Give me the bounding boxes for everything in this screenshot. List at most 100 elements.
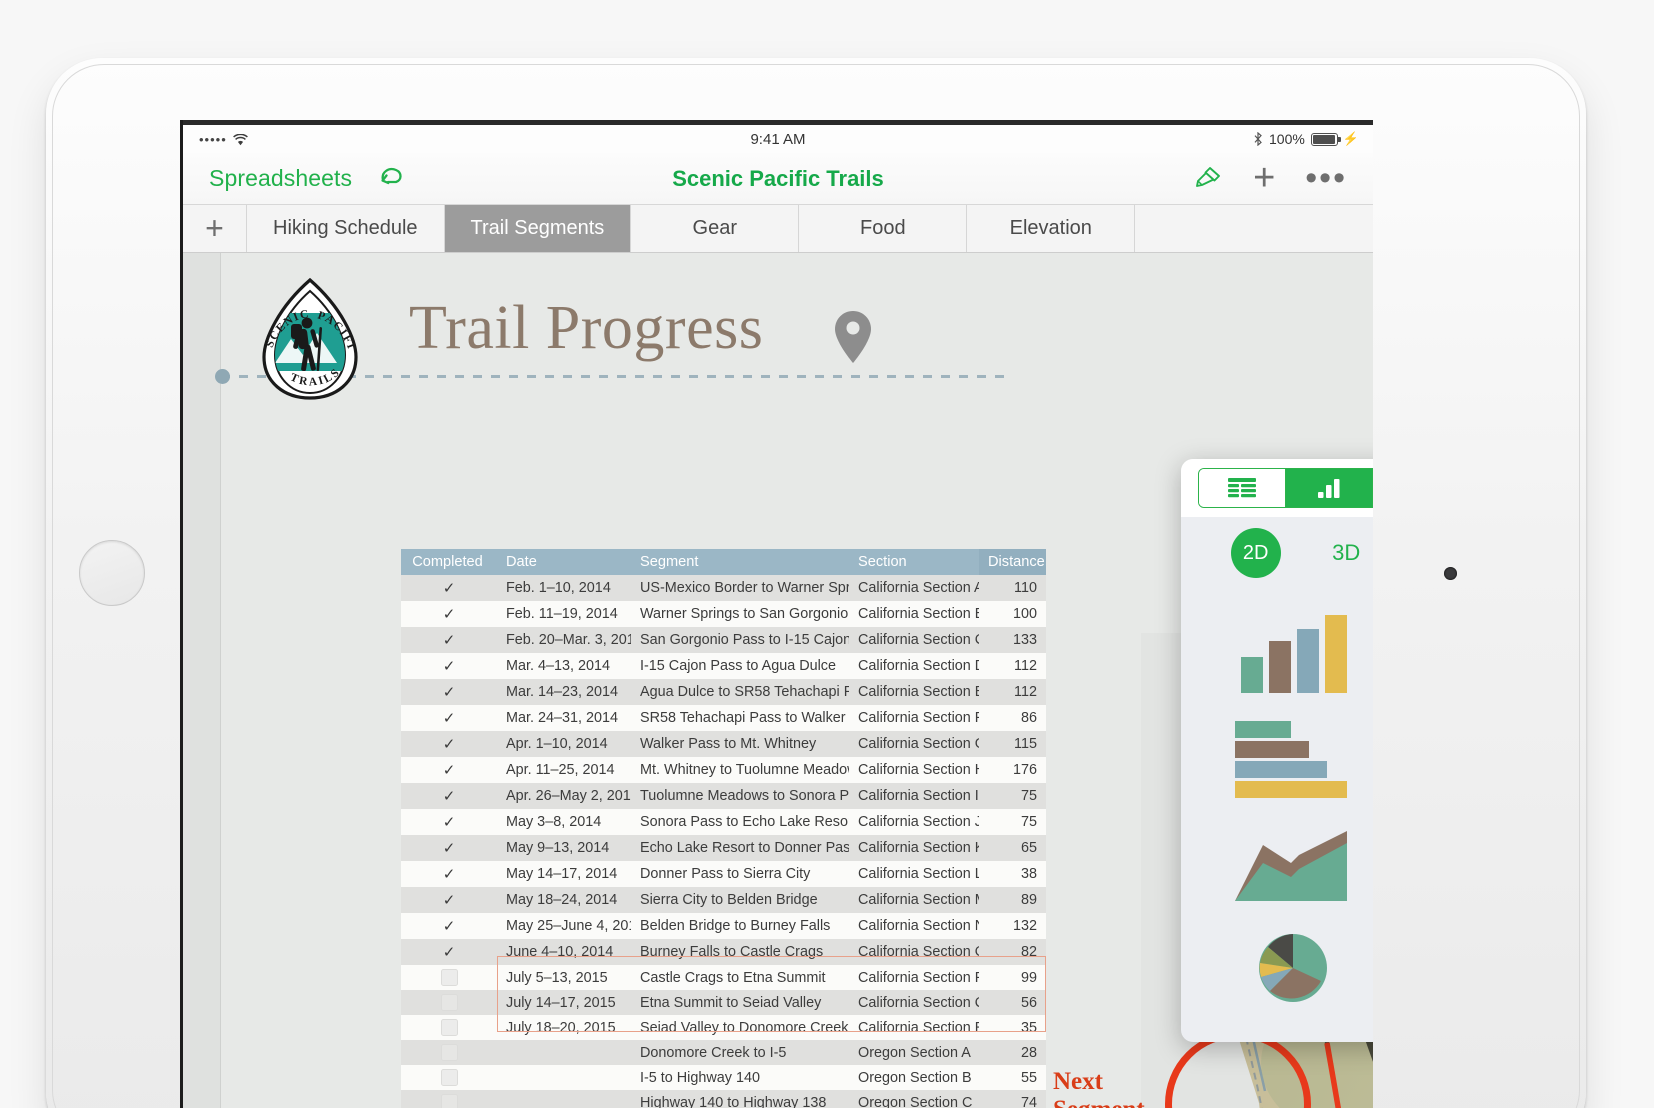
column-header-section[interactable]: Section [849, 549, 979, 575]
table-row[interactable]: July 18–20, 2015 Seiad Valley to Donomore… [401, 1015, 1046, 1040]
table-row[interactable]: ✓ Mar. 24–31, 2014 SR58 Tehachapi Pass to … [401, 705, 1046, 731]
cell-date[interactable]: Feb. 11–19, 2014 [497, 601, 631, 627]
cell-completed[interactable]: ✓ [401, 913, 497, 939]
table-row[interactable]: ✓ May 18–24, 2014 Sierra City to Belden Br… [401, 887, 1046, 913]
undo-button[interactable] [376, 163, 406, 194]
cell-completed[interactable]: ✓ [401, 835, 497, 861]
table-row[interactable]: July 5–13, 2015 Castle Crags to Etna Summ… [401, 965, 1046, 990]
cell-distance[interactable]: 110 [979, 575, 1046, 601]
table-row[interactable]: ✓ Feb. 1–10, 2014 US-Mexico Border to Warn… [401, 575, 1046, 601]
cell-section[interactable]: California Section I [849, 783, 979, 809]
cell-section[interactable]: California Section H [849, 757, 979, 783]
table-row[interactable]: ✓ Feb. 20–Mar. 3, 2014 San Gorgonio Pass t… [401, 627, 1046, 653]
back-to-spreadsheets-button[interactable]: Spreadsheets [183, 165, 352, 192]
cell-date[interactable]: July 18–20, 2015 [497, 1015, 631, 1040]
cell-completed[interactable] [401, 990, 497, 1015]
table-row[interactable]: ✓ Apr. 11–25, 2014 Mt. Whitney to Tuolumne… [401, 757, 1046, 783]
cell-section[interactable]: California Section F [849, 705, 979, 731]
cell-distance[interactable]: 56 [979, 990, 1046, 1015]
cell-segment[interactable]: Warner Springs to San Gorgonio Pass [631, 601, 849, 627]
cell-completed[interactable]: ✓ [401, 939, 497, 965]
cell-distance[interactable]: 112 [979, 653, 1046, 679]
mode-2d-button[interactable]: 2D [1230, 528, 1281, 578]
column-header-date[interactable]: Date [497, 549, 631, 575]
table-row[interactable]: ✓ May 14–17, 2014 Donner Pass to Sierra Ci… [401, 861, 1046, 887]
cell-date[interactable]: July 5–13, 2015 [497, 965, 631, 990]
more-ellipsis-icon[interactable]: ••• [1305, 161, 1347, 195]
cell-section[interactable]: Oregon Section C [849, 1090, 979, 1108]
cell-segment[interactable]: Donner Pass to Sierra City [631, 861, 849, 887]
cell-section[interactable]: California Section E [849, 679, 979, 705]
cell-distance[interactable]: 55 [979, 1065, 1046, 1090]
paintbrush-icon[interactable] [1189, 164, 1223, 194]
tab-elevation[interactable]: Elevation [967, 205, 1136, 252]
table-row[interactable]: ✓ Feb. 11–19, 2014 Warner Springs to San G… [401, 601, 1046, 627]
cell-segment[interactable]: Burney Falls to Castle Crags [631, 939, 849, 965]
cell-section[interactable]: California Section N [849, 913, 979, 939]
table-row[interactable]: ✓ May 3–8, 2014 Sonora Pass to Echo Lake R… [401, 809, 1046, 835]
cell-distance[interactable]: 99 [979, 965, 1046, 990]
segment-chart-icon[interactable] [1285, 469, 1373, 507]
empty-checkbox[interactable] [440, 1019, 458, 1036]
cell-section[interactable]: California Section C [849, 627, 979, 653]
empty-checkbox[interactable] [440, 994, 458, 1011]
cell-section[interactable]: California Section D [849, 653, 979, 679]
cell-completed[interactable]: ✓ [401, 809, 497, 835]
cell-distance[interactable]: 133 [979, 627, 1046, 653]
cell-completed[interactable] [401, 1065, 497, 1090]
column-header-segment[interactable]: Segment [631, 549, 849, 575]
cell-section[interactable]: California Section M [849, 887, 979, 913]
column-chart-thumb[interactable] [1215, 593, 1371, 695]
cell-date[interactable]: Apr. 11–25, 2014 [497, 757, 631, 783]
cell-segment[interactable]: Agua Dulce to SR58 Tehachapi Pass [631, 679, 849, 705]
cell-section[interactable]: California Section P [849, 965, 979, 990]
cell-distance[interactable]: 86 [979, 705, 1046, 731]
empty-checkbox[interactable] [440, 969, 458, 986]
segment-shapes-icon[interactable] [1372, 469, 1373, 507]
cell-section[interactable]: California Section A [849, 575, 979, 601]
table-row[interactable]: Donomore Creek to I-5 Oregon Section A 28 [401, 1040, 1046, 1065]
cell-distance[interactable]: 115 [979, 731, 1046, 757]
tab-food[interactable]: Food [799, 205, 968, 252]
cell-segment[interactable]: Walker Pass to Mt. Whitney [631, 731, 849, 757]
cell-completed[interactable]: ✓ [401, 757, 497, 783]
table-row[interactable]: Highway 140 to Highway 138 Oregon Section… [401, 1090, 1046, 1108]
cell-distance[interactable]: 89 [979, 887, 1046, 913]
cell-segment[interactable]: Tuolumne Meadows to Sonora Pass [631, 783, 849, 809]
empty-checkbox[interactable] [440, 1044, 458, 1061]
cell-date[interactable]: May 9–13, 2014 [497, 835, 631, 861]
cell-segment[interactable]: San Gorgonio Pass to I-15 Cajon Pass [631, 627, 849, 653]
cell-completed[interactable]: ✓ [401, 679, 497, 705]
bar-chart-thumb[interactable] [1215, 699, 1371, 801]
cell-distance[interactable]: 176 [979, 757, 1046, 783]
cell-distance[interactable]: 28 [979, 1040, 1046, 1065]
cell-section[interactable]: California Section G [849, 731, 979, 757]
cell-completed[interactable] [401, 1090, 497, 1108]
area-chart-thumb[interactable] [1215, 805, 1371, 907]
table-row[interactable]: ✓ May 9–13, 2014 Echo Lake Resort to Donne… [401, 835, 1046, 861]
mode-3d-button[interactable]: 3D [1332, 540, 1360, 566]
cell-completed[interactable] [401, 1040, 497, 1065]
table-row[interactable]: I-5 to Highway 140 Oregon Section B 55 [401, 1065, 1046, 1090]
cell-distance[interactable]: 112 [979, 679, 1046, 705]
cell-completed[interactable]: ✓ [401, 705, 497, 731]
cell-date[interactable]: Feb. 1–10, 2014 [497, 575, 631, 601]
cell-distance[interactable]: 100 [979, 601, 1046, 627]
cell-completed[interactable]: ✓ [401, 653, 497, 679]
column-header-distance[interactable]: Distance [979, 549, 1046, 575]
cell-date[interactable]: May 14–17, 2014 [497, 861, 631, 887]
cell-section[interactable]: California Section K [849, 835, 979, 861]
cell-completed[interactable]: ✓ [401, 627, 497, 653]
cell-completed[interactable]: ✓ [401, 887, 497, 913]
pie-chart-thumb[interactable] [1215, 911, 1371, 1013]
cell-section[interactable]: California Section J [849, 809, 979, 835]
cell-date[interactable] [497, 1040, 631, 1065]
cell-segment[interactable]: Seiad Valley to Donomore Creek [631, 1015, 849, 1040]
cell-section[interactable]: California Section Q [849, 990, 979, 1015]
cell-completed[interactable]: ✓ [401, 575, 497, 601]
cell-section[interactable]: Oregon Section B [849, 1065, 979, 1090]
cell-section[interactable]: California Section L [849, 861, 979, 887]
cell-distance[interactable]: 132 [979, 913, 1046, 939]
cell-segment[interactable]: Echo Lake Resort to Donner Pass [631, 835, 849, 861]
cell-section[interactable]: California Section R [849, 1015, 979, 1040]
